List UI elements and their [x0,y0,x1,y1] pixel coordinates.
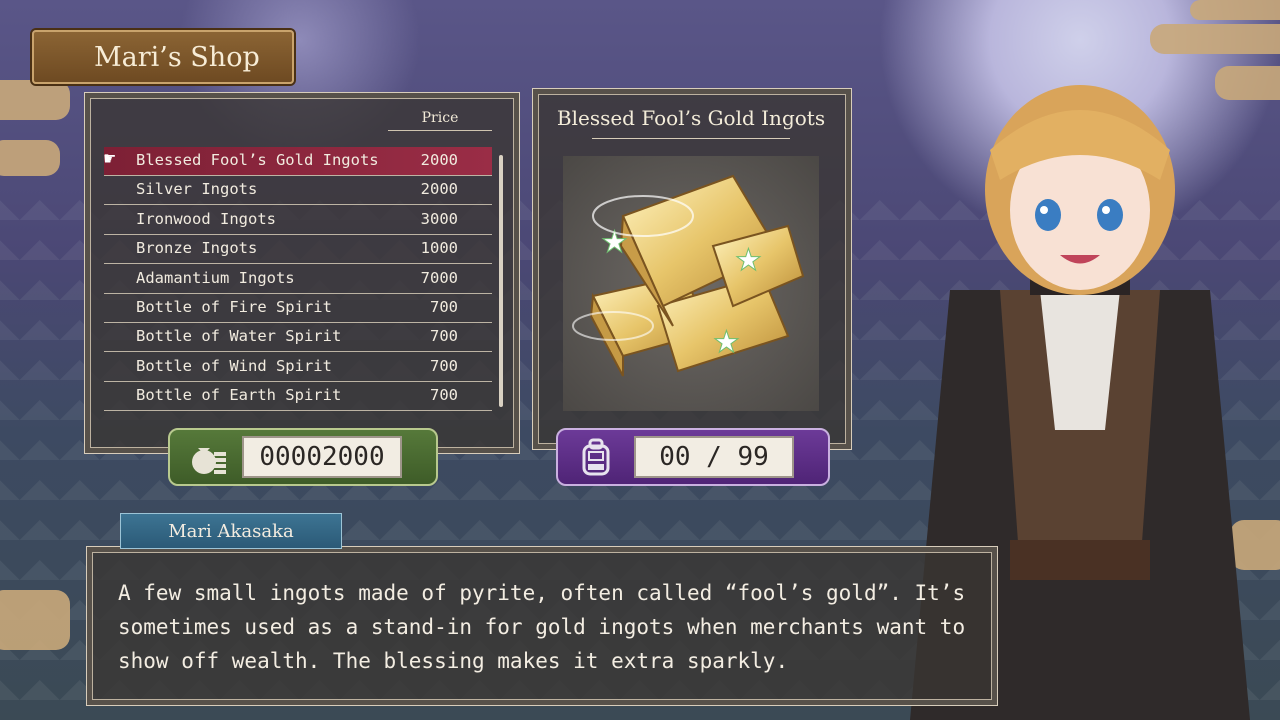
shop-item-row[interactable]: Bottle of Fire Spirit 700 [104,294,492,323]
item-image-frame: ★ ★ ★ [563,156,819,411]
shop-item-price: 700 [430,298,458,316]
dialog-line: A few small ingots made of pyrite, often… [118,581,966,605]
inventory-owned-value: 00 / 99 [634,436,794,478]
shop-title-plate: Mari’s Shop [32,30,294,84]
money-bag-icon [188,438,228,476]
inventory-counter: 00 / 99 [556,428,830,486]
shop-item-row[interactable]: Silver Ingots 2000 [104,176,492,206]
decorative-cloud [0,590,70,650]
shop-item-price: 2000 [420,180,458,199]
dialog-text: A few small ingots made of pyrite, often… [118,576,978,678]
shop-item-price: 700 [430,327,458,346]
dialog-line: sometimes used as a stand-in for gold in… [118,615,966,639]
item-detail-divider [592,138,790,139]
decorative-cloud [1190,0,1280,20]
shop-item-row[interactable]: Bronze Ingots 1000 [104,235,492,265]
svg-text:★: ★ [601,225,628,260]
decorative-cloud [0,80,70,120]
shop-item-name: Adamantium Ingots [136,268,295,287]
decorative-cloud [0,140,60,176]
speaker-name-plate: Mari Akasaka [120,513,342,549]
pointer-hand-icon: ☛ [104,148,116,170]
price-header-divider [388,130,492,131]
shop-item-row[interactable]: Bottle of Earth Spirit 700 [104,382,492,412]
shop-item-row[interactable]: Adamantium Ingots 7000 [104,265,492,294]
shop-item-price: 700 [430,386,458,405]
shop-item-name: Bottle of Earth Spirit [136,386,342,405]
shop-item-row-selected[interactable]: ☛ Blessed Fool’s Gold Ingots 2000 [104,147,492,176]
shop-item-name: Ironwood Ingots [136,209,276,228]
shop-item-price: 2000 [420,151,458,169]
shop-item-price: 7000 [420,268,458,287]
shop-item-name: Bronze Ingots [136,239,258,258]
list-scrollbar[interactable] [499,155,503,407]
speaker-name: Mari Akasaka [168,520,294,542]
shop-item-row[interactable]: Ironwood Ingots 3000 [104,206,492,235]
price-column-header: Price [421,110,459,126]
shop-item-name: Blessed Fool’s Gold Ingots [136,151,379,169]
shop-item-row[interactable]: Bottle of Wind Spirit 700 [104,353,492,382]
shop-item-name: Bottle of Water Spirit [136,327,342,346]
money-counter: 00002000 [168,428,438,486]
shop-item-name: Silver Ingots [136,180,258,199]
backpack-icon [576,438,616,476]
shop-item-price: 3000 [420,209,458,228]
svg-text:★: ★ [735,243,762,278]
item-detail-title: Blessed Fool’s Gold Ingots [556,106,826,130]
money-value: 00002000 [242,436,402,478]
shop-item-name: Bottle of Wind Spirit [136,356,332,375]
dialog-line: show off wealth. The blessing makes it e… [118,649,789,673]
shop-item-price: 700 [430,356,458,375]
shop-item-name: Bottle of Fire Spirit [136,298,332,316]
shop-item-price: 1000 [420,239,458,258]
svg-text:★: ★ [713,325,740,360]
gold-ingots-image: ★ ★ ★ [572,174,805,377]
shop-title: Mari’s Shop [94,41,260,73]
shop-item-row[interactable]: Bottle of Water Spirit 700 [104,323,492,353]
